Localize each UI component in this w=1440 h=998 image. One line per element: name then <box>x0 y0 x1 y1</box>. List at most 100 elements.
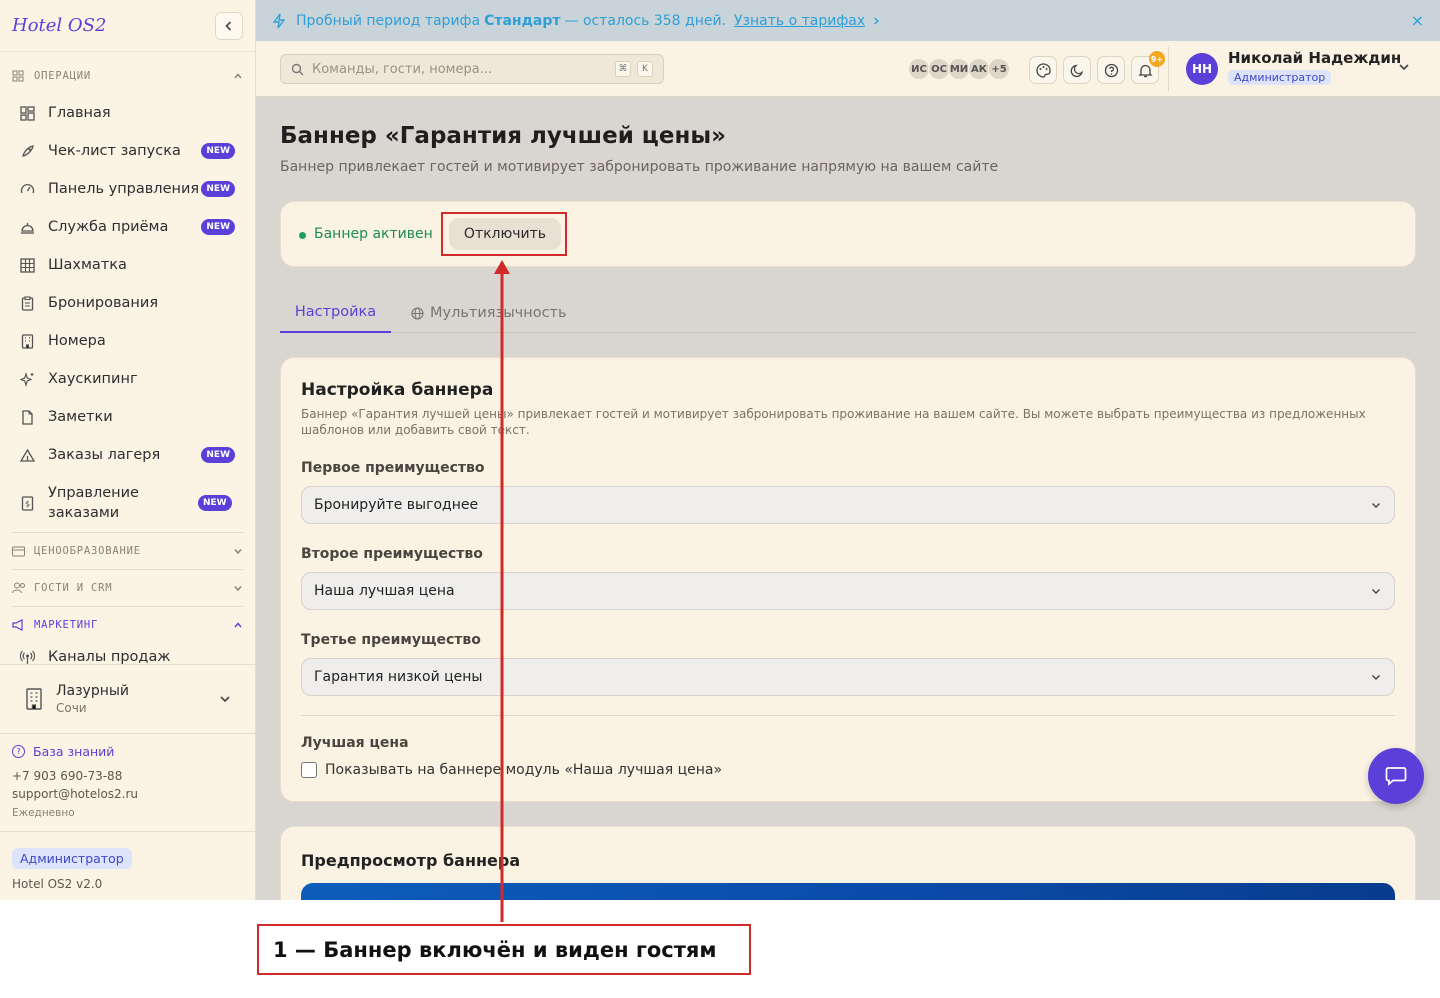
sidebar-item-launch-checklist[interactable]: Чек-лист запуска NEW <box>0 132 255 170</box>
support-email: support@hotelos2.ru <box>12 787 139 801</box>
support-info: ? База знаний +7 903 690-73-88 support@ho… <box>12 744 244 819</box>
avatar: ОС <box>928 58 950 80</box>
tent-icon <box>20 447 36 463</box>
select-value: Бронируйте выгоднее <box>314 497 479 513</box>
apps-icon <box>12 69 26 83</box>
hotel-switcher[interactable]: Лазурный Сочи <box>0 664 255 734</box>
sidebar-item-home[interactable]: Главная <box>0 94 255 132</box>
tabs: Настройка Мультиязычность <box>280 293 1416 333</box>
trial-remaining: — осталось 358 дней. <box>564 12 727 29</box>
sidebar-item-label: Бронирования <box>48 295 159 311</box>
notification-count: 9+ <box>1149 51 1165 67</box>
broadcast-icon <box>20 649 36 665</box>
command-search[interactable]: Команды, гости, номера... ⌘ K <box>280 54 664 84</box>
preview-title: Предпросмотр баннера <box>301 851 521 870</box>
active-status-dot <box>299 232 306 239</box>
chevron-up-icon <box>234 73 242 79</box>
section-marketing[interactable]: МАРКЕТИНГ <box>0 607 255 643</box>
second-benefit-select[interactable]: Наша лучшая цена <box>301 572 1395 610</box>
page-title: Баннер «Гарантия лучшей цены» <box>280 123 727 149</box>
divider <box>301 715 1395 716</box>
sidebar-item-camp-orders[interactable]: Заказы лагеря NEW <box>0 436 255 474</box>
sidebar-item-front-desk[interactable]: Служба приёма NEW <box>0 208 255 246</box>
sidebar-item-label: Главная <box>48 105 111 121</box>
top-bar: Команды, гости, номера... ⌘ K ИС ОС МИ А… <box>256 41 1440 97</box>
help-button[interactable] <box>1097 56 1125 84</box>
first-benefit-label: Первое преимущество <box>301 460 485 476</box>
dark-mode-button[interactable] <box>1063 56 1091 84</box>
sidebar-item-notes[interactable]: Заметки <box>0 398 255 436</box>
collapse-sidebar-button[interactable] <box>215 11 243 40</box>
sidebar-item-room-grid[interactable]: Шахматка <box>0 246 255 284</box>
highlight-disable-button <box>441 212 567 256</box>
avatar: АК <box>968 58 990 80</box>
section-operations[interactable]: ОПЕРАЦИИ <box>0 58 255 94</box>
chat-button[interactable] <box>1368 748 1424 804</box>
shortcut-key-k: K <box>637 61 653 77</box>
search-icon <box>291 63 304 75</box>
sidebar-item-label: Служба приёма <box>48 219 169 235</box>
pricing-link[interactable]: Узнать о тарифах <box>734 13 865 29</box>
new-badge: NEW <box>198 495 232 511</box>
user-name[interactable]: Николай Надеждин <box>1228 49 1401 67</box>
online-users[interactable]: ИС ОС МИ АК +5 <box>908 58 1010 80</box>
first-benefit-select[interactable]: Бронируйте выгоднее <box>301 486 1395 524</box>
new-badge: NEW <box>201 181 235 197</box>
sidebar-item-order-management[interactable]: $ Управление заказами NEW <box>0 474 255 532</box>
close-trial-banner-button[interactable]: × <box>1411 11 1424 30</box>
building-icon <box>20 333 36 349</box>
help-circle-icon <box>1104 63 1118 77</box>
support-schedule: Ежедневно <box>12 807 75 819</box>
search-input[interactable]: Команды, гости, номера... <box>312 62 609 77</box>
new-badge: NEW <box>201 219 235 235</box>
moon-icon <box>1070 64 1083 77</box>
tab-settings[interactable]: Настройка <box>280 293 391 333</box>
theme-palette-button[interactable] <box>1029 56 1057 84</box>
best-price-checkbox[interactable] <box>301 762 317 778</box>
user-menu-chevron-icon[interactable] <box>1398 61 1410 73</box>
trial-banner: Пробный период тарифа Стандарт — осталос… <box>256 0 1440 41</box>
support-phone: +7 903 690-73-88 <box>12 769 123 783</box>
sidebar-item-label: Чек-лист запуска <box>48 143 181 159</box>
app-logo[interactable]: Hotel OS2 <box>12 15 106 36</box>
hotel-city: Сочи <box>56 701 87 715</box>
new-badge: NEW <box>201 143 235 159</box>
sidebar-item-label: Шахматка <box>48 257 127 273</box>
sidebar-footer: Администратор Hotel OS2 v2.0 <box>0 831 255 907</box>
dashboard-icon <box>20 105 36 121</box>
tab-multilanguage[interactable]: Мультиязычность <box>411 293 567 333</box>
app-version: Hotel OS2 v2.0 <box>12 877 103 891</box>
hotel-info: Лазурный Сочи <box>56 683 219 715</box>
checkbox-label: Показывать на баннере модуль «Наша лучша… <box>325 762 723 778</box>
sidebar-item-control-panel[interactable]: Панель управления NEW <box>0 170 255 208</box>
avatar: ИС <box>908 58 930 80</box>
divider <box>1168 47 1169 91</box>
chevron-down-icon <box>1372 675 1380 680</box>
third-benefit-select[interactable]: Гарантия низкой цены <box>301 658 1395 696</box>
chevron-down-icon <box>234 549 242 555</box>
sidebar-item-rooms[interactable]: Номера <box>0 322 255 360</box>
sidebar-item-housekeeping[interactable]: Хаускипинг <box>0 360 255 398</box>
user-avatar[interactable]: НН <box>1186 53 1218 85</box>
knowledge-base-link[interactable]: ? База знаний <box>12 744 244 759</box>
role-badge: Администратор <box>12 848 132 869</box>
best-price-label: Лучшая цена <box>301 735 409 751</box>
section-label: ОПЕРАЦИИ <box>34 70 91 82</box>
sidebar-item-label: Управление заказами <box>48 485 139 521</box>
annotation-arrow <box>494 260 510 922</box>
section-pricing[interactable]: ЦЕНООБРАЗОВАНИЕ <box>0 533 255 569</box>
section-guests-crm[interactable]: ГОСТИ И CRM <box>0 570 255 606</box>
shortcut-key-cmd: ⌘ <box>615 61 631 77</box>
sidebar-item-bookings[interactable]: Бронирования <box>0 284 255 322</box>
bell-desk-icon <box>20 219 36 235</box>
rocket-icon <box>20 143 36 159</box>
second-benefit-label: Второе преимущество <box>301 546 483 562</box>
banner-status-text: Баннер активен <box>314 226 433 242</box>
grid-icon <box>20 257 36 273</box>
select-value: Гарантия низкой цены <box>314 669 483 685</box>
banner-preview-card: Предпросмотр баннера <box>280 826 1416 900</box>
bell-icon <box>1137 64 1153 77</box>
notifications-button[interactable]: 9+ <box>1131 51 1165 84</box>
settings-description: Баннер «Гарантия лучшей цены» привлекает… <box>301 407 1366 437</box>
trial-plan: Стандарт <box>484 12 561 29</box>
